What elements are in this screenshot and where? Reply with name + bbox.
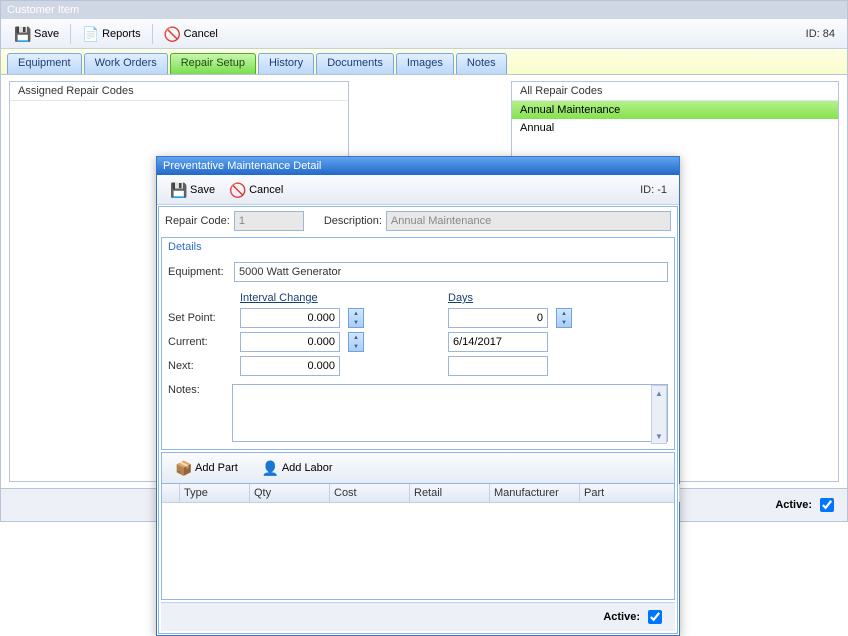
dialog-cancel-label: Cancel — [249, 184, 283, 196]
tab-documents[interactable]: Documents — [316, 53, 394, 74]
tabs-row: Equipment Work Orders Repair Setup Histo… — [1, 49, 847, 75]
parts-header: Type Qty Cost Retail Manufacturer Part — [162, 484, 674, 503]
details-group: Details Equipment: Interval Change Days … — [161, 237, 675, 450]
current-interval-field[interactable] — [240, 332, 340, 352]
repair-code-label: Repair Code: — [165, 215, 230, 227]
next-label: Next: — [168, 360, 232, 372]
details-title: Details — [162, 238, 674, 256]
add-part-label: Add Part — [195, 462, 238, 474]
col-selector[interactable] — [162, 484, 180, 502]
id-label: ID: 84 — [806, 28, 841, 40]
repair-code-field — [234, 211, 304, 231]
list-item[interactable]: Annual Maintenance — [512, 101, 838, 119]
assigned-title: Assigned Repair Codes — [10, 82, 348, 101]
save-icon: 💾 — [14, 26, 30, 42]
dialog-save-button[interactable]: 💾 Save — [163, 179, 222, 201]
setpoint-interval-field[interactable] — [240, 308, 340, 328]
dialog-save-label: Save — [190, 184, 215, 196]
setpoint-label: Set Point: — [168, 312, 232, 324]
col-manufacturer[interactable]: Manufacturer — [490, 484, 580, 502]
tab-images[interactable]: Images — [396, 53, 454, 74]
setpoint-days-spinner[interactable]: ▲▼ — [556, 308, 572, 328]
current-interval-spinner[interactable]: ▲▼ — [348, 332, 364, 352]
parts-body[interactable] — [162, 503, 674, 599]
description-label: Description: — [324, 215, 382, 227]
current-days-field[interactable] — [448, 332, 548, 352]
cancel-button[interactable]: 🚫 Cancel — [157, 23, 225, 45]
tab-history[interactable]: History — [258, 53, 314, 74]
setpoint-days-field[interactable] — [448, 308, 548, 328]
dialog-toolbar: 💾 Save 🚫 Cancel ID: -1 — [157, 175, 679, 205]
next-days-field[interactable] — [448, 356, 548, 376]
equipment-field — [234, 262, 668, 282]
tab-equipment[interactable]: Equipment — [7, 53, 82, 74]
description-field — [386, 211, 671, 231]
reports-label: Reports — [102, 28, 141, 40]
tab-repair-setup[interactable]: Repair Setup — [170, 53, 256, 74]
tab-work-orders[interactable]: Work Orders — [84, 53, 168, 74]
parts-toolbar: 📦 Add Part 👤 Add Labor — [161, 452, 675, 484]
scroll-down-icon[interactable]: ▼ — [652, 429, 666, 443]
window-title-bar: Customer Item — [1, 1, 847, 19]
list-item[interactable]: Annual — [512, 119, 838, 137]
person-icon: 👤 — [262, 460, 278, 476]
col-type[interactable]: Type — [180, 484, 250, 502]
toolbar-separator — [152, 24, 153, 44]
toolbar: 💾 Save 📄 Reports 🚫 Cancel ID: 84 — [1, 19, 847, 49]
dialog-active-checkbox[interactable] — [648, 610, 662, 624]
col-qty[interactable]: Qty — [250, 484, 330, 502]
box-icon: 📦 — [175, 460, 191, 476]
cancel-icon: 🚫 — [164, 26, 180, 42]
dialog-title-bar[interactable]: Preventative Maintenance Detail — [157, 157, 679, 175]
pm-detail-dialog: Preventative Maintenance Detail 💾 Save 🚫… — [156, 156, 680, 636]
toolbar-separator — [70, 24, 71, 44]
col-cost[interactable]: Cost — [330, 484, 410, 502]
save-label: Save — [34, 28, 59, 40]
notes-label: Notes: — [168, 384, 224, 396]
equipment-label: Equipment: — [168, 266, 228, 278]
dialog-cancel-button[interactable]: 🚫 Cancel — [222, 179, 290, 201]
active-checkbox[interactable] — [820, 498, 834, 512]
col-interval: Interval Change — [240, 292, 372, 304]
add-labor-label: Add Labor — [282, 462, 333, 474]
scroll-up-icon[interactable]: ▲ — [652, 386, 666, 400]
col-retail[interactable]: Retail — [410, 484, 490, 502]
dialog-body: Repair Code: Description: Details Equipm… — [158, 206, 678, 634]
cancel-label: Cancel — [184, 28, 218, 40]
reports-icon: 📄 — [82, 26, 98, 42]
reports-button[interactable]: 📄 Reports — [75, 23, 148, 45]
active-label: Active: — [775, 499, 812, 511]
col-part[interactable]: Part — [580, 484, 680, 502]
current-label: Current: — [168, 336, 232, 348]
dialog-id-label: ID: -1 — [640, 184, 673, 196]
cancel-icon: 🚫 — [229, 182, 245, 198]
parts-grid: Type Qty Cost Retail Manufacturer Part — [161, 484, 675, 600]
save-button[interactable]: 💾 Save — [7, 23, 66, 45]
save-icon: 💾 — [170, 182, 186, 198]
next-interval-field[interactable] — [240, 356, 340, 376]
notes-field[interactable] — [232, 384, 668, 442]
dialog-title: Preventative Maintenance Detail — [163, 160, 321, 172]
dialog-active-label: Active: — [603, 611, 640, 623]
all-title: All Repair Codes — [512, 82, 838, 101]
add-labor-button[interactable]: 👤 Add Labor — [255, 457, 340, 479]
tab-notes[interactable]: Notes — [456, 53, 507, 74]
window-title: Customer Item — [7, 4, 79, 16]
notes-scrollbar[interactable]: ▲ ▼ — [651, 385, 667, 444]
col-days: Days — [448, 292, 580, 304]
setpoint-interval-spinner[interactable]: ▲▼ — [348, 308, 364, 328]
add-part-button[interactable]: 📦 Add Part — [168, 457, 245, 479]
